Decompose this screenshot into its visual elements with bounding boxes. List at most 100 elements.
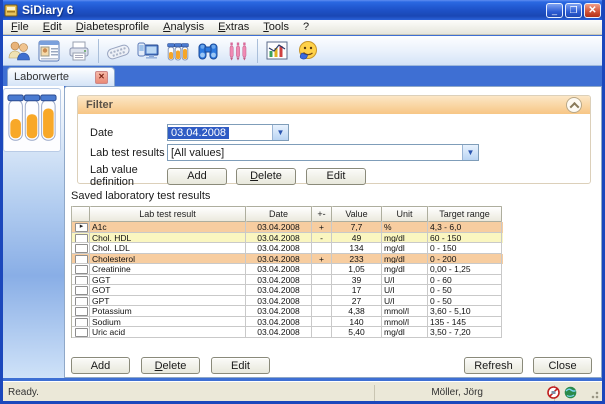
cell-lab-test-result: GGT xyxy=(90,275,246,286)
menu-help[interactable]: ? xyxy=(296,20,316,35)
lab-results-label: Lab test results xyxy=(90,147,167,159)
cell-date: 03.04.2008 xyxy=(246,296,312,307)
cell-value: 233 xyxy=(332,254,382,265)
injection-pens-icon[interactable] xyxy=(223,37,253,64)
cell-date: 03.04.2008 xyxy=(246,275,312,286)
collapse-button[interactable] xyxy=(566,97,582,113)
cell-value: 49 xyxy=(332,233,382,244)
patient-record-icon[interactable] xyxy=(34,37,64,64)
table-row[interactable]: Chol. HDL 03.04.2008 - 49 mg/dl 60 - 150 xyxy=(72,233,503,244)
window-title: SiDiary 6 xyxy=(22,3,73,17)
lab-values-icon[interactable] xyxy=(163,37,193,64)
online-status-icon[interactable] xyxy=(564,386,577,399)
definition-edit-button[interactable]: Edit xyxy=(306,168,366,185)
close-panel-button[interactable]: Close xyxy=(533,357,592,374)
title-bar: SiDiary 6 _ ❐ ✕ xyxy=(0,0,605,20)
table-row[interactable]: Cholesterol 03.04.2008 + 233 mg/dl 0 - 2… xyxy=(72,254,503,265)
cell-target-range: 0 - 150 xyxy=(428,243,502,254)
table-row[interactable]: Creatinine 03.04.2008 1,05 mg/dl 0,00 - … xyxy=(72,264,503,275)
table-row[interactable]: Uric acid 03.04.2008 5,40 mg/dl 3,50 - 7… xyxy=(72,327,503,338)
cell-flag: + xyxy=(312,254,332,265)
cell-lab-test-result: Sodium xyxy=(90,317,246,328)
column-header-unit[interactable]: Unit xyxy=(382,206,428,222)
tab-close-icon[interactable]: ✕ xyxy=(95,71,108,84)
menu-extras[interactable]: Extras xyxy=(211,20,256,35)
cell-target-range: 4,3 - 6,0 xyxy=(428,222,502,233)
column-header-target-range[interactable]: Target range xyxy=(428,206,502,222)
table-row[interactable]: GOT 03.04.2008 17 U/l 0 - 50 xyxy=(72,285,503,296)
cell-lab-test-result: A1c xyxy=(90,222,246,233)
row-selector[interactable] xyxy=(72,275,90,286)
table-row[interactable]: ▸ A1c 03.04.2008 + 7,7 % 4,3 - 6,0 xyxy=(72,222,503,233)
cell-flag xyxy=(312,264,332,275)
row-selector[interactable] xyxy=(72,233,90,244)
resize-grip[interactable] xyxy=(589,389,599,399)
search-icon[interactable] xyxy=(193,37,223,64)
cell-date: 03.04.2008 xyxy=(246,264,312,275)
cell-target-range: 0 - 50 xyxy=(428,296,502,307)
date-select[interactable]: 03.04.2008 ▼ xyxy=(167,124,289,141)
date-row: Date 03.04.2008 ▼ xyxy=(90,124,289,141)
printer-icon[interactable] xyxy=(64,37,94,64)
definition-delete-button[interactable]: Delete xyxy=(236,168,296,185)
no-connection-icon[interactable] xyxy=(547,386,560,399)
row-selector[interactable] xyxy=(72,317,90,328)
menu-tools[interactable]: Tools xyxy=(256,20,296,35)
cell-value: 17 xyxy=(332,285,382,296)
table-row[interactable]: Potassium 03.04.2008 4,38 mmol/l 3,60 - … xyxy=(72,306,503,317)
close-button[interactable]: ✕ xyxy=(584,3,601,18)
content-area: Filter Date 03.04.2008 ▼ Lab test result… xyxy=(0,86,605,378)
row-selector[interactable] xyxy=(72,296,90,307)
row-selector[interactable] xyxy=(72,264,90,275)
main-panel: Filter Date 03.04.2008 ▼ Lab test result… xyxy=(64,86,602,378)
wellbeing-icon[interactable] xyxy=(292,37,322,64)
cell-flag xyxy=(312,243,332,254)
add-button[interactable]: Add xyxy=(71,357,130,374)
menu-edit[interactable]: Edit xyxy=(36,20,69,35)
table-row[interactable]: Sodium 03.04.2008 140 mmol/l 135 - 145 xyxy=(72,317,503,328)
menu-analysis[interactable]: Analysis xyxy=(156,20,211,35)
row-selector[interactable] xyxy=(72,327,90,338)
row-selector[interactable] xyxy=(72,254,90,265)
device-sync-icon[interactable] xyxy=(133,37,163,64)
results-section-label: Saved laboratory test results xyxy=(71,190,210,202)
cell-date: 03.04.2008 xyxy=(246,254,312,265)
column-header-value[interactable]: Value xyxy=(332,206,382,222)
edit-button[interactable]: Edit xyxy=(211,357,270,374)
row-selector[interactable]: ▸ xyxy=(72,222,90,233)
cell-unit: mmol/l xyxy=(382,317,428,328)
definition-add-button[interactable]: Add xyxy=(167,168,227,185)
cell-flag: + xyxy=(312,222,332,233)
cell-value: 7,7 xyxy=(332,222,382,233)
column-header-lab-test-result[interactable]: Lab test result xyxy=(90,206,246,222)
cell-date: 03.04.2008 xyxy=(246,306,312,317)
row-selector[interactable] xyxy=(72,285,90,296)
selector-column-header[interactable] xyxy=(72,206,90,222)
menu-diabetesprofile[interactable]: Diabetesprofile xyxy=(69,20,156,35)
table-row[interactable]: Chol. LDL 03.04.2008 134 mg/dl 0 - 150 xyxy=(72,243,503,254)
minimize-button[interactable]: _ xyxy=(546,3,563,18)
users-icon[interactable] xyxy=(4,37,34,64)
table-row[interactable]: GPT 03.04.2008 27 U/l 0 - 50 xyxy=(72,296,503,307)
table-row[interactable]: GGT 03.04.2008 39 U/l 0 - 60 xyxy=(72,275,503,286)
keyboard-icon[interactable] xyxy=(103,37,133,64)
column-header-date[interactable]: Date xyxy=(246,206,312,222)
chevron-down-icon[interactable]: ▼ xyxy=(272,125,288,140)
refresh-button[interactable]: Refresh xyxy=(464,357,523,374)
menu-file[interactable]: File xyxy=(4,20,36,35)
delete-button[interactable]: Delete xyxy=(141,357,200,374)
cell-flag xyxy=(312,296,332,307)
lab-results-select[interactable]: [All values] ▼ xyxy=(167,144,479,161)
column-header-flag[interactable]: +- xyxy=(312,206,332,222)
chevron-down-icon[interactable]: ▼ xyxy=(462,145,478,160)
statistics-icon[interactable] xyxy=(262,37,292,64)
row-selector[interactable] xyxy=(72,243,90,254)
date-label: Date xyxy=(90,127,167,139)
tab-laborwerte[interactable]: Laborwerte ✕ xyxy=(7,67,115,86)
cell-value: 134 xyxy=(332,243,382,254)
row-selector[interactable] xyxy=(72,306,90,317)
cell-unit: mg/dl xyxy=(382,264,428,275)
cell-lab-test-result: Chol. HDL xyxy=(90,233,246,244)
cell-flag xyxy=(312,327,332,338)
maximize-button[interactable]: ❐ xyxy=(565,3,582,18)
